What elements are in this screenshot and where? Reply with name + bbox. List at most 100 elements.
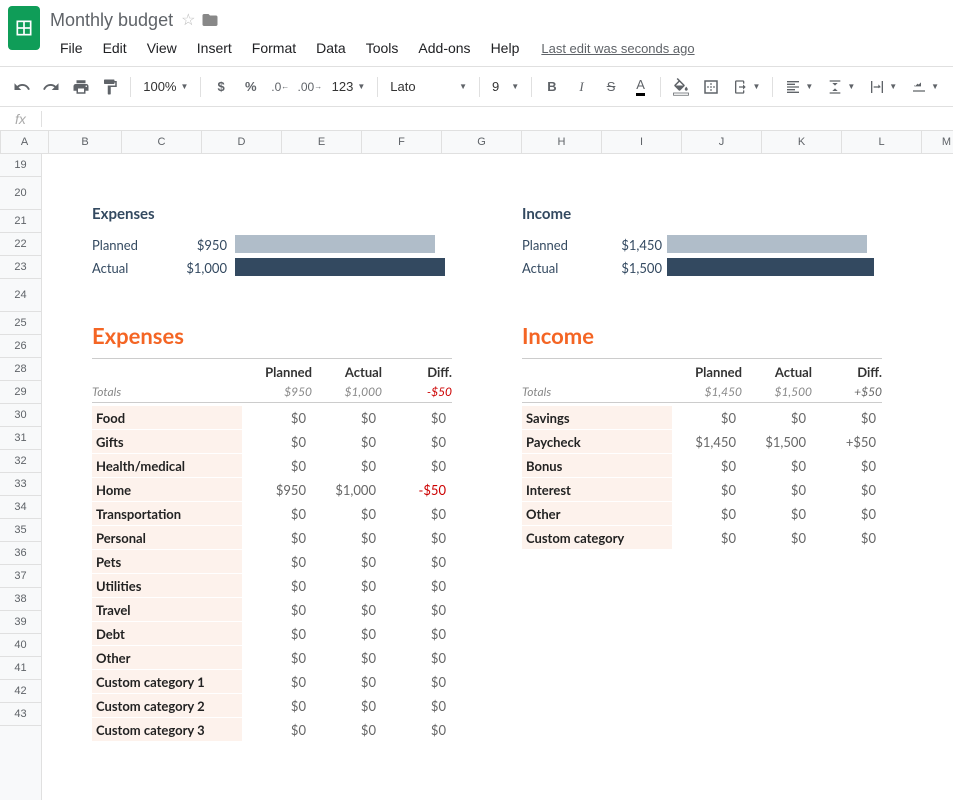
actual-cell[interactable]: $0 (742, 458, 812, 474)
actual-cell[interactable]: $0 (312, 626, 382, 642)
print-button[interactable] (67, 73, 95, 101)
zoom-select[interactable]: 100%▼ (137, 74, 194, 100)
menu-data[interactable]: Data (308, 36, 354, 60)
rotate-button[interactable]: ▼ (905, 74, 945, 100)
row-header[interactable]: 31 (0, 427, 41, 450)
col-header[interactable]: D (202, 131, 282, 153)
planned-cell[interactable]: $950 (242, 482, 312, 498)
col-header[interactable]: C (122, 131, 202, 153)
value[interactable]: $1,450 (602, 237, 662, 253)
planned-cell[interactable]: $0 (672, 458, 742, 474)
planned-cell[interactable]: $0 (242, 530, 312, 546)
italic-button[interactable]: I (568, 73, 596, 101)
diff-cell[interactable]: $0 (382, 410, 452, 426)
row-header[interactable]: 26 (0, 335, 41, 358)
menu-edit[interactable]: Edit (95, 36, 135, 60)
row-header[interactable]: 30 (0, 404, 41, 427)
undo-button[interactable] (8, 73, 36, 101)
category-cell[interactable]: Gifts (92, 430, 242, 453)
row-header[interactable]: 21 (0, 210, 41, 233)
borders-button[interactable] (697, 73, 725, 101)
row-header[interactable]: 20 (0, 177, 41, 210)
diff-cell[interactable]: -$50 (382, 482, 452, 498)
decrease-decimal-button[interactable]: .0← (267, 73, 295, 101)
planned-cell[interactable]: $0 (242, 458, 312, 474)
col-header[interactable]: H (522, 131, 602, 153)
diff-cell[interactable]: $0 (382, 578, 452, 594)
actual-cell[interactable]: $0 (312, 578, 382, 594)
menu-format[interactable]: Format (244, 36, 304, 60)
row-header[interactable]: 29 (0, 381, 41, 404)
row-header[interactable]: 37 (0, 565, 41, 588)
value[interactable]: $1,500 (602, 260, 662, 276)
doc-title[interactable]: Monthly budget (50, 10, 173, 31)
currency-button[interactable]: $ (207, 73, 235, 101)
col-header[interactable]: K (762, 131, 842, 153)
category-cell[interactable]: Personal (92, 526, 242, 549)
category-cell[interactable]: Travel (92, 598, 242, 621)
category-cell[interactable]: Other (522, 502, 672, 525)
row-header[interactable]: 40 (0, 634, 41, 657)
actual-cell[interactable]: $0 (312, 554, 382, 570)
col-header[interactable]: J (682, 131, 762, 153)
col-header[interactable]: I (602, 131, 682, 153)
halign-button[interactable]: ▼ (779, 74, 819, 100)
diff-cell[interactable]: $0 (382, 506, 452, 522)
planned-cell[interactable]: $0 (242, 626, 312, 642)
row-header[interactable]: 34 (0, 496, 41, 519)
diff-cell[interactable]: $0 (812, 410, 882, 426)
category-cell[interactable]: Interest (522, 478, 672, 501)
actual-cell[interactable]: $0 (312, 722, 382, 738)
category-cell[interactable]: Savings (522, 406, 672, 429)
number-format-select[interactable]: 123▼ (326, 74, 372, 100)
row-header[interactable]: 36 (0, 542, 41, 565)
actual-cell[interactable]: $0 (742, 410, 812, 426)
row-header[interactable]: 23 (0, 256, 41, 279)
category-cell[interactable]: Custom category 1 (92, 670, 242, 693)
diff-cell[interactable]: $0 (812, 506, 882, 522)
paint-format-button[interactable] (97, 73, 125, 101)
actual-cell[interactable]: $0 (312, 674, 382, 690)
row-header[interactable]: 25 (0, 312, 41, 335)
planned-cell[interactable]: $0 (672, 482, 742, 498)
text-color-button[interactable]: A (627, 73, 655, 101)
category-cell[interactable]: Paycheck (522, 430, 672, 453)
category-cell[interactable]: Bonus (522, 454, 672, 477)
category-cell[interactable]: Home (92, 478, 242, 501)
actual-cell[interactable]: $0 (312, 650, 382, 666)
menu-tools[interactable]: Tools (358, 36, 407, 60)
font-size-select[interactable]: 9▼ (486, 74, 525, 100)
planned-cell[interactable]: $0 (672, 410, 742, 426)
planned-cell[interactable]: $1,450 (672, 434, 742, 450)
actual-cell[interactable]: $1,000 (312, 482, 382, 498)
planned-cell[interactable]: $0 (242, 722, 312, 738)
col-header[interactable]: F (362, 131, 442, 153)
diff-cell[interactable]: $0 (382, 530, 452, 546)
merge-button[interactable]: ▼ (727, 74, 767, 100)
strikethrough-button[interactable]: S (597, 73, 625, 101)
menu-file[interactable]: File (52, 36, 91, 60)
diff-cell[interactable]: $0 (812, 482, 882, 498)
row-header[interactable]: 24 (0, 279, 41, 312)
category-cell[interactable]: Food (92, 406, 242, 429)
diff-cell[interactable]: $0 (382, 698, 452, 714)
actual-cell[interactable]: $0 (742, 482, 812, 498)
diff-cell[interactable]: $0 (382, 722, 452, 738)
planned-cell[interactable]: $0 (242, 506, 312, 522)
planned-cell[interactable]: $0 (242, 602, 312, 618)
actual-cell[interactable]: $1,500 (742, 434, 812, 450)
planned-cell[interactable]: $0 (242, 410, 312, 426)
actual-cell[interactable]: $0 (312, 602, 382, 618)
col-header[interactable]: G (442, 131, 522, 153)
actual-cell[interactable]: $0 (312, 506, 382, 522)
value[interactable]: $1,000 (172, 260, 227, 276)
wrap-button[interactable]: ▼ (863, 74, 903, 100)
font-select[interactable]: Lato▼ (384, 74, 473, 100)
menu-insert[interactable]: Insert (189, 36, 240, 60)
col-header[interactable]: B (49, 131, 122, 153)
menu-help[interactable]: Help (483, 36, 528, 60)
row-header[interactable]: 42 (0, 680, 41, 703)
diff-cell[interactable]: $0 (382, 650, 452, 666)
actual-cell[interactable]: $0 (312, 458, 382, 474)
planned-cell[interactable]: $0 (242, 434, 312, 450)
